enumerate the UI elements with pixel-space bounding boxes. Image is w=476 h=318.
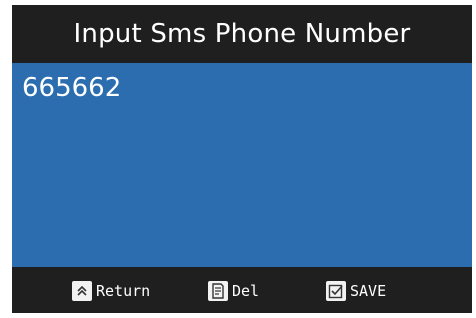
device-screen: Input Sms Phone Number 665662 Return Del… (12, 5, 472, 313)
input-area[interactable]: 665662 (12, 63, 472, 267)
double-chevron-up-icon (72, 281, 92, 301)
document-icon (208, 281, 228, 301)
softkey-bar: Return Del SAVE (12, 267, 472, 313)
save-button[interactable]: SAVE (326, 280, 386, 302)
phone-number-value[interactable]: 665662 (22, 73, 121, 103)
return-button[interactable]: Return (72, 280, 150, 302)
delete-button[interactable]: Del (208, 280, 259, 302)
title-bar: Input Sms Phone Number (12, 5, 472, 63)
delete-label: Del (232, 282, 260, 300)
page-title: Input Sms Phone Number (73, 19, 411, 49)
return-label: Return (96, 282, 151, 300)
checkbox-icon (326, 281, 346, 301)
save-label: SAVE (350, 282, 387, 300)
